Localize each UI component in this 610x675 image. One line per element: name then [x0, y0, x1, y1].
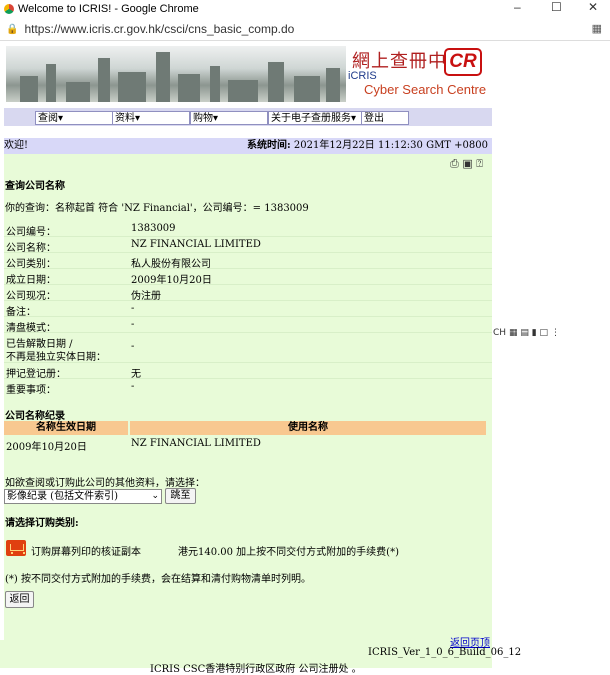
help-icon[interactable]: ⍰: [476, 157, 483, 170]
logo-english-title: Cyber Search Centre: [364, 82, 487, 97]
detail-value-status: 伪注册: [131, 291, 161, 302]
skyline-image: [6, 46, 346, 102]
detail-label-company-name: 公司名称：: [6, 243, 56, 254]
name-history-col-name: 使用名称: [130, 421, 486, 435]
detail-value-incorporation-date: 2009年10月20日: [131, 275, 212, 286]
order-item-label[interactable]: 订购屏幕列印的核证副本: [31, 543, 141, 558]
detail-value-important: -: [131, 381, 135, 392]
name-history-date: 2009年10月20日: [6, 442, 87, 453]
query-label: 你的查询：: [5, 203, 55, 214]
translate-icon[interactable]: ▦: [592, 22, 602, 35]
logo-icris: iCRIS: [348, 70, 377, 82]
info-type-selected: 影像纪录 (包括文件索引): [7, 491, 118, 502]
version-text: ICRIS_Ver_1_0_6_Build_06_12: [368, 647, 522, 658]
detail-value-company-name: NZ FINANCIAL LIMITED: [131, 239, 261, 250]
lock-icon: 🔒: [6, 23, 19, 35]
order-item-price: 港元140.00 加上按不同交付方式附加的手续费(*): [178, 547, 399, 558]
main-panel: [4, 154, 492, 640]
nav-shopping[interactable]: 购物▾: [190, 111, 268, 125]
detail-label-status: 公司现况：: [6, 291, 56, 302]
page-title: 查询公司名称: [5, 181, 65, 192]
columns-icon[interactable]: ▮: [532, 328, 537, 338]
welcome-bar: 欢迎! 系统时间: 2021年12月22日 11:12:30 GMT +0800: [4, 138, 492, 154]
detail-label-company-type: 公司类别：: [6, 259, 56, 270]
address-bar[interactable]: 🔒 https://www.icris.cr.gov.hk/csci/cns_b…: [0, 18, 610, 41]
print-icon[interactable]: ⎙: [450, 157, 459, 170]
detail-value-winding-up: -: [131, 319, 135, 330]
detail-value-company-type: 私人股份有限公司: [131, 259, 211, 270]
tool-icon[interactable]: □: [540, 328, 549, 338]
query-text: 名称起首 符合 'NZ Financial'，公司编号：= 1383009: [55, 203, 309, 214]
more-icon[interactable]: ⋮: [551, 328, 560, 338]
detail-label-charges: 押记登记册：: [6, 369, 66, 380]
nav-query[interactable]: 查阅▾: [35, 111, 113, 125]
nav-logout[interactable]: 登出: [361, 111, 409, 125]
name-history-heading: 公司名称纪录: [5, 411, 65, 422]
side-toolbar-label[interactable]: CH: [493, 328, 506, 338]
chevron-down-icon: ⌄: [151, 491, 159, 501]
detail-value-remarks: -: [131, 303, 135, 314]
system-time: 系统时间: 2021年12月22日 11:12:30 GMT +0800: [247, 138, 488, 154]
cr-logo: CR: [444, 48, 482, 76]
window-titlebar: Welcome to ICRIS! - Google Chrome – ☐ ✕: [0, 0, 610, 18]
minimize-button[interactable]: –: [514, 0, 521, 14]
more-info-prompt: 如欲查阅或订购此公司的其他资料，请选择：: [5, 478, 205, 489]
info-type-select[interactable]: 影像纪录 (包括文件索引) ⌄: [4, 489, 162, 504]
system-time-label: 系统时间:: [247, 140, 291, 151]
detail-label-remarks: 备注：: [6, 307, 36, 318]
order-heading: 请选择订购类别:: [5, 518, 79, 529]
table-icon[interactable]: ▤: [520, 328, 529, 338]
chrome-icon: [4, 4, 14, 14]
detail-value-dissolution: -: [131, 341, 135, 352]
detail-label-dissolution-2: 不再是独立实体日期：: [6, 352, 106, 363]
detail-label-winding-up: 清盘模式：: [6, 323, 56, 334]
detail-value-company-number: 1383009: [131, 223, 176, 234]
url-text[interactable]: https://www.icris.cr.gov.hk/csci/cns_bas…: [24, 22, 294, 36]
cart-icon[interactable]: [6, 540, 26, 556]
name-history-name: NZ FINANCIAL LIMITED: [131, 438, 261, 449]
name-history-col-date: 名称生效日期: [4, 421, 128, 435]
nav-about[interactable]: 关于电子查册服务▾: [268, 111, 362, 125]
grid-icon[interactable]: ▦: [509, 328, 518, 338]
system-time-value: 2021年12月22日 11:12:30 GMT +0800: [290, 140, 488, 151]
maximize-button[interactable]: ☐: [551, 0, 562, 14]
save-icon[interactable]: ▣: [462, 157, 472, 170]
nav-data[interactable]: 资料▾: [112, 111, 190, 125]
order-note: (*) 按不同交付方式附加的手续费，会在结算和清付购物清单时列明。: [5, 574, 311, 585]
go-button[interactable]: 跳至: [165, 488, 196, 504]
side-toolbar: CH ▦ ▤ ▮ □ ⋮: [493, 328, 560, 338]
welcome-text: 欢迎!: [4, 140, 29, 151]
detail-label-company-number: 公司编号：: [6, 227, 56, 238]
detail-value-charges: 无: [131, 369, 141, 380]
back-button[interactable]: 返回: [5, 591, 34, 608]
query-summary: 你的查询：名称起首 符合 'NZ Financial'，公司编号：= 13830…: [5, 199, 309, 214]
detail-label-important: 重要事项：: [6, 385, 56, 396]
detail-label-incorporation-date: 成立日期：: [6, 275, 56, 286]
window-title: Welcome to ICRIS! - Google Chrome: [18, 3, 199, 15]
close-button[interactable]: ✕: [588, 0, 598, 14]
page-tools: ⎙ ▣ ⍰: [450, 157, 483, 171]
